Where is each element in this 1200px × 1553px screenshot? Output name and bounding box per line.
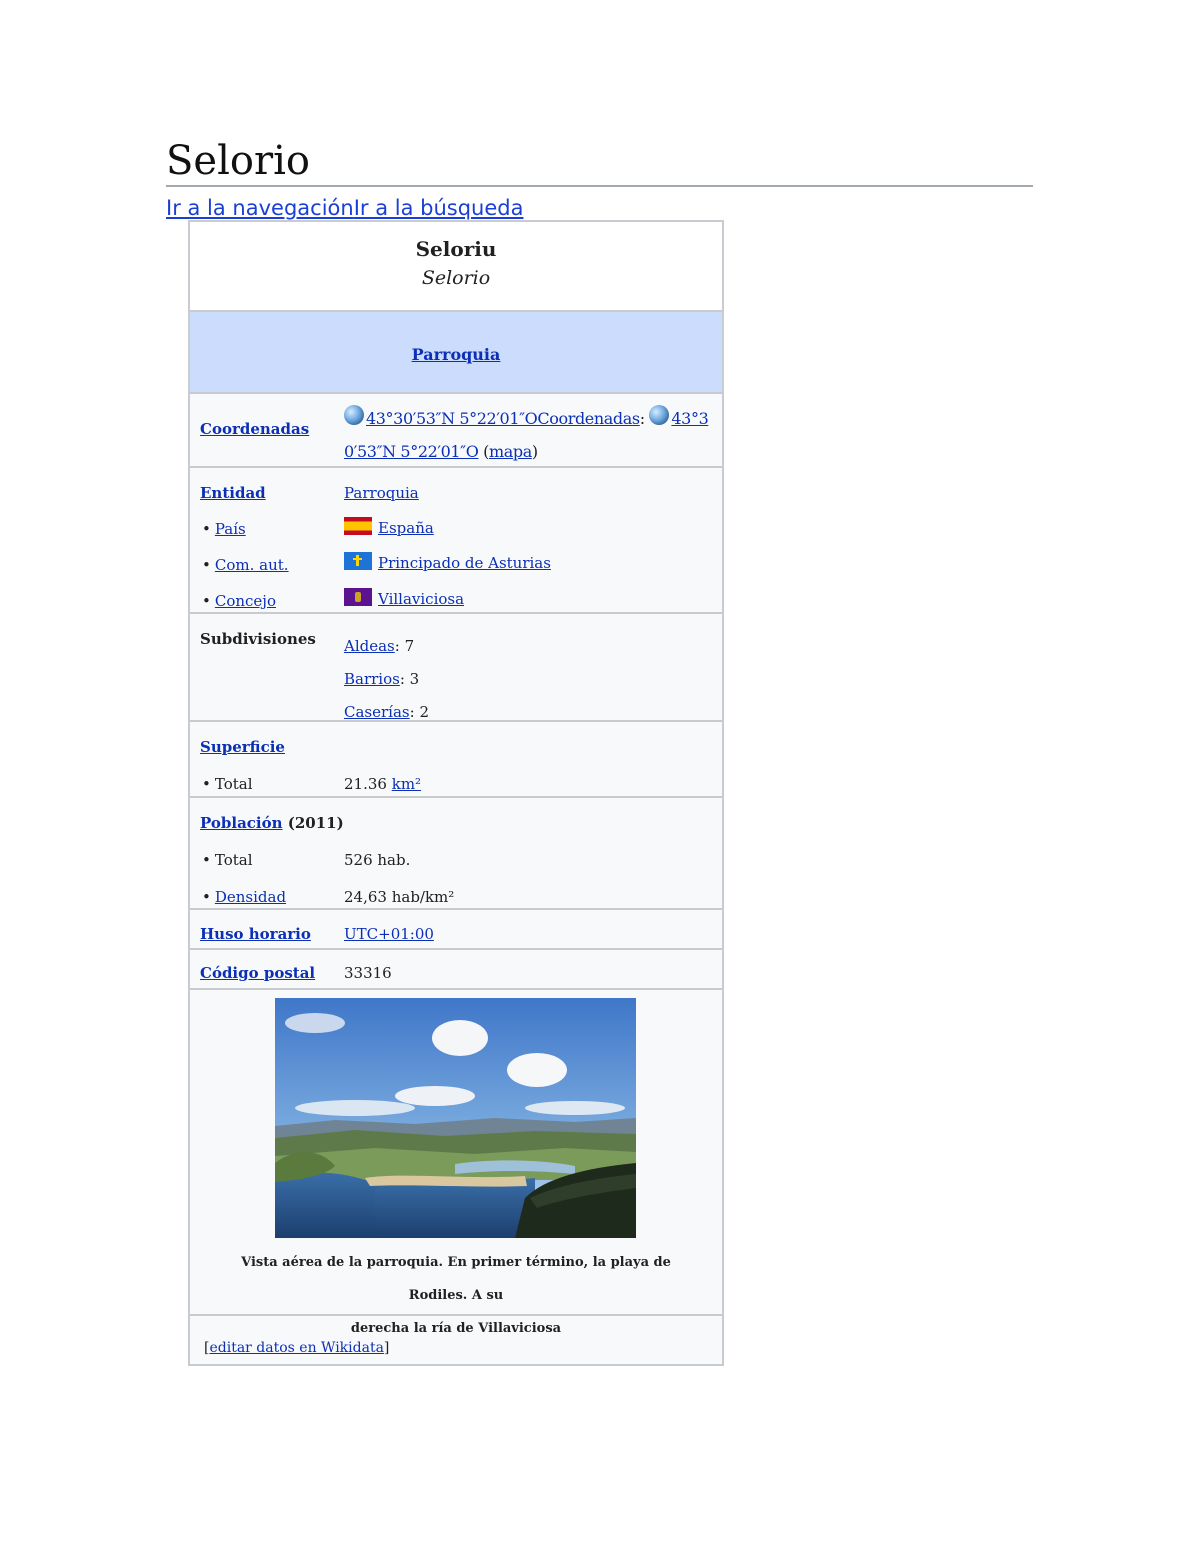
jump-to-navigation-link[interactable]: Ir a la navegación — [166, 196, 354, 220]
council-label: • Concejo — [202, 592, 276, 610]
edit-wrapper: [editar datos en Wikidata] — [204, 1340, 390, 1356]
subdivisions-list: Aldeas: 7 Barrios: 3 Caserías: 2 — [344, 630, 429, 729]
population-row: Población (2011) • Total 526 hab. • Densid… — [190, 796, 722, 908]
area-total-label: • Total — [202, 775, 253, 793]
subdivision-link[interactable]: Caserías — [344, 703, 410, 721]
region-value: Principado de Asturias — [344, 552, 551, 572]
region-label: • Com. aut. — [202, 556, 289, 574]
area-total-value: 21.36 km² — [344, 775, 422, 793]
infobox-header: Seloriu Selorio — [190, 222, 722, 310]
infobox-type-band: Parroquia — [190, 310, 722, 392]
country-label-link[interactable]: País — [215, 520, 246, 538]
country-value: España — [344, 517, 434, 537]
timezone-label-link[interactable]: Huso horario — [200, 925, 311, 943]
coords-value: 43°30′53″N 5°22′01″OCoordenadas: 43°3 0′5… — [344, 402, 716, 468]
coords-link-2[interactable]: 43°3 — [671, 409, 708, 428]
entity-label-link[interactable]: Entidad — [200, 484, 266, 502]
coords-link-2-cont[interactable]: 0′53″N 5°22′01″O — [344, 442, 479, 461]
globe-icon — [649, 405, 670, 425]
aerial-photo — [275, 998, 636, 1238]
spain-flag-icon — [344, 517, 372, 535]
title-divider — [166, 185, 1033, 187]
edit-wikidata-link[interactable]: editar datos en Wikidata — [209, 1340, 383, 1356]
population-total-label: • Total — [202, 851, 253, 869]
subdivisions-label: Subdivisiones — [200, 630, 316, 648]
timezone-row: Huso horario UTC+01:00 — [190, 908, 722, 948]
council-value: Villaviciosa — [344, 588, 464, 608]
infobox-name: Seloriu — [415, 237, 497, 261]
density-label: • Densidad — [202, 888, 287, 906]
villaviciosa-flag-icon — [344, 588, 372, 606]
subdivisions-row: Subdivisiones Aldeas: 7 Barrios: 3 Caser… — [190, 612, 722, 721]
postal-label-link[interactable]: Código postal — [200, 964, 315, 982]
map-link[interactable]: mapa — [489, 442, 532, 461]
jump-links: Ir a la navegaciónIr a la búsqueda — [166, 194, 523, 222]
type-link[interactable]: Parroquia — [412, 345, 501, 364]
council-link[interactable]: Villaviciosa — [378, 590, 464, 608]
image-row: Vista aérea de la parroquia. En primer t… — [190, 988, 722, 1336]
subdivision-link[interactable]: Barrios — [344, 670, 400, 688]
subdivision-link[interactable]: Aldeas — [344, 637, 395, 655]
subdivision-item: Barrios: 3 — [344, 670, 420, 688]
coords-row: Coordenadas 43°30′53″N 5°22′01″OCoordena… — [190, 392, 722, 466]
population-label: Población (2011) — [200, 814, 344, 832]
density-label-link[interactable]: Densidad — [215, 888, 286, 906]
density-value: 24,63 hab/km² — [344, 888, 455, 906]
country-link[interactable]: España — [378, 519, 434, 537]
timezone-link[interactable]: UTC+01:00 — [344, 925, 434, 943]
infobox: Seloriu Selorio Parroquia Coordenadas 43… — [188, 220, 724, 1366]
area-label-link[interactable]: Superficie — [200, 738, 285, 756]
globe-icon — [344, 405, 364, 425]
entity-row: Entidad Parroquia • País España • Com. aut… — [190, 466, 722, 612]
subdivision-item: Aldeas: 7 — [344, 637, 415, 655]
coords-title-link[interactable]: Coordenadas — [537, 409, 640, 428]
area-row: Superficie • Total 21.36 km² — [190, 720, 722, 796]
coords-label-link[interactable]: Coordenadas — [200, 420, 309, 438]
edit-row: [editar datos en Wikidata] — [190, 1314, 722, 1366]
postal-row: Código postal 33316 — [190, 948, 722, 988]
jump-to-search-link[interactable]: Ir a la búsqueda — [354, 196, 524, 220]
country-label: • País — [202, 520, 246, 538]
coords-link[interactable]: 43°30′53″N 5°22′01″O — [366, 409, 538, 428]
area-unit-link[interactable]: km² — [392, 775, 421, 793]
population-label-link[interactable]: Población — [200, 814, 283, 832]
infobox-alt-name: Selorio — [421, 267, 491, 289]
council-label-link[interactable]: Concejo — [215, 592, 276, 610]
population-total-value: 526 hab. — [344, 851, 411, 869]
region-link[interactable]: Principado de Asturias — [378, 554, 551, 572]
region-label-link[interactable]: Com. aut. — [215, 556, 289, 574]
page-title: Selorio — [166, 138, 310, 184]
entity-value-link[interactable]: Parroquia — [344, 484, 419, 502]
aerial-photo-svg — [275, 998, 636, 1238]
postal-value: 33316 — [344, 964, 392, 982]
asturias-flag-icon — [344, 552, 372, 570]
